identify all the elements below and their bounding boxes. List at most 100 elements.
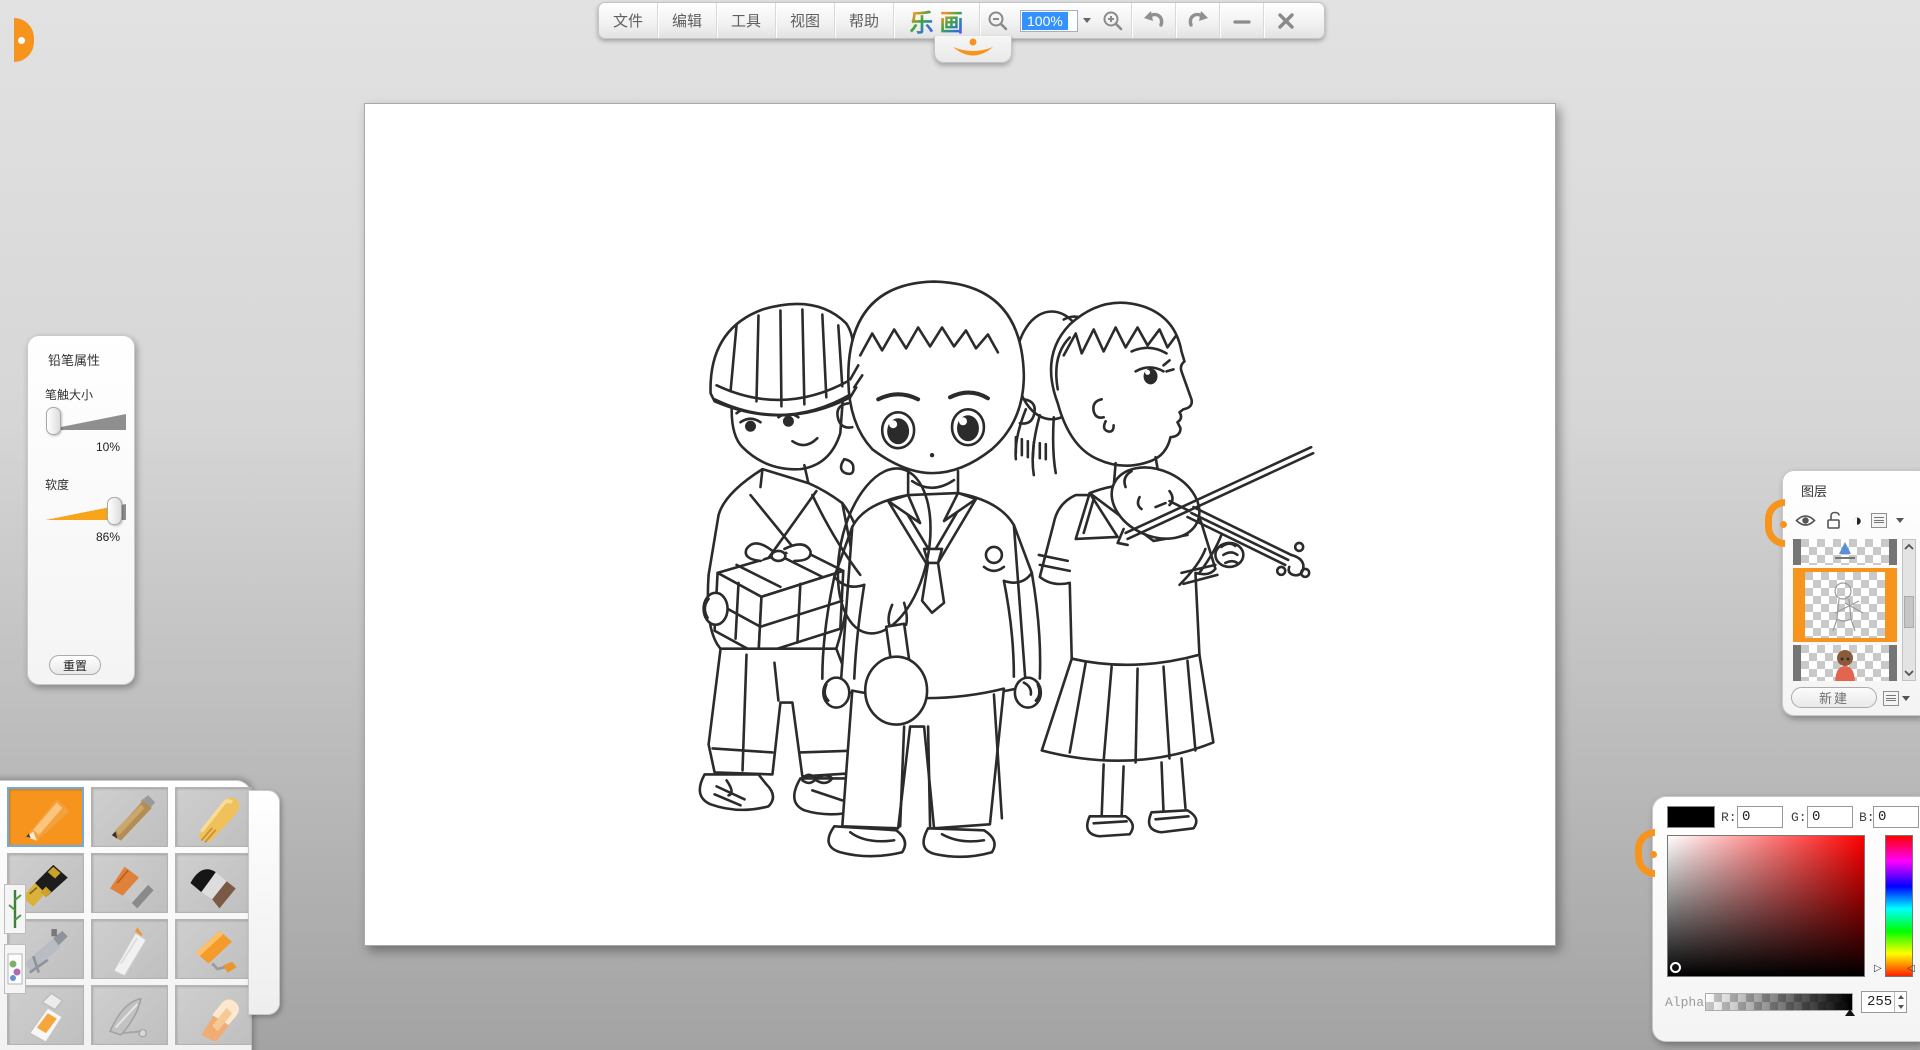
alpha-marker[interactable]: [1845, 1009, 1855, 1016]
layer-bottom[interactable]: [1793, 645, 1897, 681]
layer-scrollbar-thumb[interactable]: [1904, 596, 1914, 628]
softness-fill: [46, 504, 115, 520]
zoom-level-field[interactable]: 100%: [1020, 10, 1078, 32]
blend-half-circle-icon[interactable]: ◑: [1852, 512, 1862, 529]
tool-charcoal-pencil[interactable]: [91, 787, 168, 847]
red-label: R:: [1721, 810, 1737, 825]
hue-bar[interactable]: [1885, 835, 1913, 977]
layer-menu-caret[interactable]: [1896, 518, 1904, 523]
menu-view[interactable]: 视图: [776, 3, 835, 38]
tool-pointed-brush[interactable]: [175, 853, 252, 913]
undo-button[interactable]: [1132, 3, 1175, 38]
softness-slider[interactable]: [46, 500, 126, 524]
zoom-in-button[interactable]: [1095, 3, 1131, 38]
tool-strip: [248, 790, 280, 1015]
menu-file[interactable]: 文件: [599, 3, 658, 38]
layer-options-icon: [1883, 691, 1899, 706]
tool-crayon[interactable]: [175, 787, 252, 847]
tool-pencil[interactable]: [7, 787, 84, 847]
red-input[interactable]: [1737, 806, 1783, 828]
minimize-button[interactable]: [1220, 3, 1263, 38]
alpha-spin-down[interactable]: [1895, 1002, 1906, 1012]
alpha-label: Alpha: [1665, 995, 1704, 1010]
drawing-canvas[interactable]: [364, 103, 1556, 946]
brush-size-slider[interactable]: [46, 410, 126, 434]
color-panel-tab[interactable]: [1635, 829, 1655, 877]
alpha-spinbox: 255: [1861, 991, 1907, 1013]
zoom-in-icon: [1101, 9, 1125, 33]
app-logo: 乐 画: [894, 3, 980, 38]
blue-input[interactable]: [1873, 806, 1919, 828]
sketch-girl-with-violin: [1016, 303, 1314, 837]
new-layer-button[interactable]: 新建: [1791, 687, 1877, 708]
pointed-brush-icon: [185, 857, 243, 909]
hue-marker-left[interactable]: ▷: [1874, 963, 1882, 975]
picture-stamp-icon: [7, 948, 23, 990]
brush-size-value: 10%: [96, 440, 120, 454]
zoom-out-button[interactable]: [980, 3, 1016, 38]
logo-glyph-hua: 画: [940, 3, 964, 38]
menu-tools[interactable]: 工具: [717, 3, 776, 38]
unlock-icon[interactable]: [1825, 511, 1843, 530]
palette-knife-icon: [101, 989, 159, 1041]
softness-value: 86%: [96, 530, 120, 544]
tool-flat-brush[interactable]: [91, 853, 168, 913]
bamboo-stamp-button[interactable]: [4, 884, 26, 934]
scroll-up-icon[interactable]: [1903, 540, 1915, 554]
layer-list: [1793, 539, 1897, 681]
main-toolbar: 文件 编辑 工具 视图 帮助 乐 画 100%: [598, 2, 1325, 39]
layer-list-menu-icon[interactable]: [1871, 513, 1887, 528]
layers-panel-tab[interactable]: [1765, 499, 1785, 547]
charcoal-pencil-icon: [101, 791, 159, 843]
menu-help[interactable]: 帮助: [835, 3, 894, 38]
minimize-icon: [1232, 11, 1252, 31]
tool-palette-tab[interactable]: [14, 18, 34, 62]
paint-roller-icon: [185, 923, 243, 975]
eraser-icon: [185, 989, 243, 1041]
scroll-down-icon[interactable]: [1903, 666, 1915, 680]
sv-cursor[interactable]: [1670, 962, 1681, 973]
layer-bottom-thumbnail: [1801, 646, 1889, 681]
layer-options-caret: [1902, 696, 1910, 701]
alpha-spin-up[interactable]: [1895, 992, 1906, 1002]
panel-collapse-tab[interactable]: [125, 368, 147, 408]
saturation-value-square[interactable]: [1667, 835, 1865, 977]
paint-tube-icon: [17, 989, 75, 1041]
pencil-icon: [17, 791, 75, 843]
visibility-eye-icon[interactable]: [1795, 513, 1816, 528]
brush-size-slider-thumb[interactable]: [46, 407, 61, 435]
close-icon: [1276, 11, 1296, 31]
softness-slider-thumb[interactable]: [107, 497, 122, 525]
tool-paint-tube[interactable]: [7, 985, 84, 1045]
menu-edit[interactable]: 编辑: [658, 3, 717, 38]
crayon-icon: [185, 791, 243, 843]
redo-icon: [1185, 9, 1211, 33]
layers-panel-title: 图层: [1801, 481, 1827, 500]
tool-eraser[interactable]: [175, 985, 252, 1045]
layer-options-button[interactable]: [1883, 689, 1915, 707]
pencil-properties-panel: 铅笔属性 笔触大小 10% 软度 86% 重置: [27, 335, 135, 685]
alpha-value[interactable]: 255: [1862, 992, 1894, 1012]
alpha-slider[interactable]: [1705, 993, 1853, 1011]
layer-top[interactable]: [1793, 539, 1897, 565]
zoom-dropdown-caret[interactable]: [1083, 18, 1091, 23]
alpha-gradient: [1706, 994, 1852, 1010]
close-button[interactable]: [1264, 3, 1307, 38]
hue-marker-right[interactable]: ◁: [1907, 963, 1915, 975]
redo-button[interactable]: [1176, 3, 1219, 38]
smile-handle-icon: [947, 38, 999, 60]
tool-paint-cone[interactable]: [91, 919, 168, 979]
green-label: G:: [1791, 810, 1807, 825]
bamboo-icon: [7, 888, 23, 930]
tool-palette-knife[interactable]: [91, 985, 168, 1045]
green-input[interactable]: [1807, 806, 1853, 828]
layer-scrollbar[interactable]: [1902, 539, 1916, 681]
tool-paint-roller[interactable]: [175, 919, 252, 979]
picture-stamp-button[interactable]: [4, 944, 26, 994]
layer-middle-selected[interactable]: [1793, 568, 1897, 642]
color-picker-panel: R: G: B: ▷ ◁ Alpha 255: [1652, 796, 1920, 1042]
toolbar-drag-handle[interactable]: [934, 36, 1012, 63]
canvas-artwork: [365, 104, 1555, 945]
reset-button[interactable]: 重置: [49, 655, 101, 675]
layer-top-thumbnail: [1801, 540, 1889, 564]
